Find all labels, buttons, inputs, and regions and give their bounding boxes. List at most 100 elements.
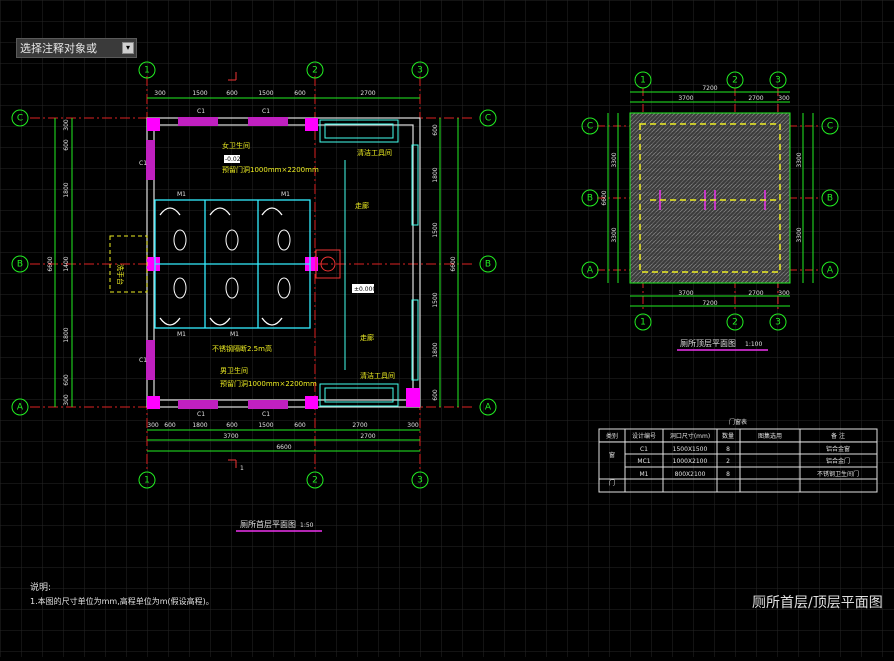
table-cell: 8 xyxy=(726,471,730,478)
table-cell: 1000X2100 xyxy=(673,458,708,465)
dim-text: 600 xyxy=(226,90,238,97)
dim-text: 600 xyxy=(432,389,439,401)
dim-text: 600 xyxy=(432,124,439,136)
dim-text: 600 xyxy=(294,90,306,97)
door-label: M1 xyxy=(230,331,239,338)
axis-label: 1 xyxy=(144,66,150,76)
window-label: C1 xyxy=(197,108,205,115)
dim-text: 1800 xyxy=(192,422,207,429)
level-tag: ±0.000 xyxy=(354,286,376,293)
dim-text: 6600 xyxy=(47,256,54,271)
door-note: 预留门洞1000mm×2200mm xyxy=(220,379,317,388)
dim-text: 600 xyxy=(226,422,238,429)
table-header: 类别 xyxy=(606,432,618,440)
axis-label: 2 xyxy=(732,318,738,328)
notes-line: 1.本图的尺寸单位为mm,高程单位为m(假设高程)。 xyxy=(30,596,214,606)
table-header: 图集选用 xyxy=(758,432,782,440)
dim-text: 2700 xyxy=(352,422,367,429)
table-cell: 门 xyxy=(609,479,615,487)
table-header: 备 注 xyxy=(831,432,845,440)
dim-text: 300 xyxy=(778,95,790,102)
dim-text: 1800 xyxy=(432,167,439,182)
sheet-title: 厕所首层/顶层平面图 xyxy=(752,595,883,611)
axis-label: A xyxy=(587,266,594,276)
axis-label: C xyxy=(17,114,23,124)
window-label: C1 xyxy=(262,108,270,115)
level-tag: -0.020 xyxy=(225,156,245,163)
dim-text: 3300 xyxy=(611,152,618,167)
axis-label: 2 xyxy=(312,66,318,76)
dim-text: 3300 xyxy=(796,227,803,242)
tool-room-label: 清洁工具间 xyxy=(360,371,395,380)
dim-text: 2700 xyxy=(360,90,375,97)
door-note: 预留门洞1000mm×2200mm xyxy=(222,165,319,174)
dim-text: 1800 xyxy=(63,182,70,197)
table-cell: M1 xyxy=(640,471,649,478)
dim-text: 1400 xyxy=(63,256,70,271)
partition-note: 不锈钢隔断2.5m高 xyxy=(212,344,272,353)
axis-label: 1 xyxy=(640,318,646,328)
cad-annotations: 1 2 3 1 2 3 C B A C B A 1 2 3 1 2 3 C B … xyxy=(17,66,883,612)
dim-text: 300 xyxy=(154,90,166,97)
door-label: M1 xyxy=(177,331,186,338)
dim-text: 1800 xyxy=(63,327,70,342)
plan-scale-right: 1:100 xyxy=(745,341,762,348)
room-label-male: 男卫生间 xyxy=(220,366,248,375)
dim-text: 300 xyxy=(63,394,70,406)
table-header: 数量 xyxy=(722,432,734,440)
plan-title-left: 厕所首层平面图 xyxy=(240,519,296,529)
table-cell: MC1 xyxy=(637,458,650,465)
table-header: 洞口尺寸(mm) xyxy=(670,432,710,440)
notes-heading: 说明: xyxy=(30,581,51,593)
room-label-female: 女卫生间 xyxy=(222,141,250,150)
dim-text: 2700 xyxy=(748,95,763,102)
plan-scale-left: 1:50 xyxy=(300,522,314,529)
axis-label: 3 xyxy=(775,76,781,86)
axis-label: 2 xyxy=(312,476,318,486)
axis-label: 3 xyxy=(417,476,423,486)
dim-text: 600 xyxy=(63,139,70,151)
dim-text: 1500 xyxy=(258,90,273,97)
window-label: C1 xyxy=(197,411,205,418)
dim-text: 1500 xyxy=(258,422,273,429)
tool-room-label: 清洁工具间 xyxy=(357,148,392,157)
window-label: C1 xyxy=(139,357,147,364)
dim-text: 1500 xyxy=(192,90,207,97)
corridor-label: 走廊 xyxy=(360,333,374,342)
door-label: M1 xyxy=(281,191,290,198)
section-mark: 1 xyxy=(240,465,244,472)
table-title: 门窗表 xyxy=(729,418,747,426)
window-label: C1 xyxy=(139,160,147,167)
dim-text: 300 xyxy=(63,119,70,131)
axis-label: B xyxy=(827,194,833,204)
axis-label: B xyxy=(485,260,491,270)
axis-label: A xyxy=(17,403,24,413)
corridor-label: 走廊 xyxy=(355,201,369,210)
dim-text: 6600 xyxy=(276,444,291,451)
dim-text: 3700 xyxy=(678,95,693,102)
axis-label: 3 xyxy=(775,318,781,328)
drawing-canvas[interactable]: 选择注释对象或 ▾ 1 2 3 1 2 3 C B A C B A 1 2 3 … xyxy=(0,0,894,657)
dim-text: 6600 xyxy=(450,256,457,271)
dim-text: 7200 xyxy=(702,85,717,92)
dim-text: 600 xyxy=(63,374,70,386)
axis-label: 1 xyxy=(640,76,646,86)
table-cell: 不锈钢卫生间门 xyxy=(817,470,859,478)
dim-text: 2700 xyxy=(360,433,375,440)
table-cell: 窗 xyxy=(609,451,615,459)
axis-label: 3 xyxy=(417,66,423,76)
axis-label: A xyxy=(485,403,492,413)
dim-text: 3700 xyxy=(223,433,238,440)
table-cell: 铝合金窗 xyxy=(826,445,850,453)
axis-label: 1 xyxy=(144,476,150,486)
dim-text: 600 xyxy=(164,422,176,429)
dim-text: 300 xyxy=(778,290,790,297)
axis-label: A xyxy=(827,266,834,276)
axis-label: B xyxy=(587,194,593,204)
dim-text: 7200 xyxy=(702,300,717,307)
dim-text: 1500 xyxy=(432,292,439,307)
dim-text: 1500 xyxy=(432,222,439,237)
table-cell: C1 xyxy=(640,446,648,453)
dim-text: 300 xyxy=(407,422,419,429)
axis-label: B xyxy=(17,260,23,270)
